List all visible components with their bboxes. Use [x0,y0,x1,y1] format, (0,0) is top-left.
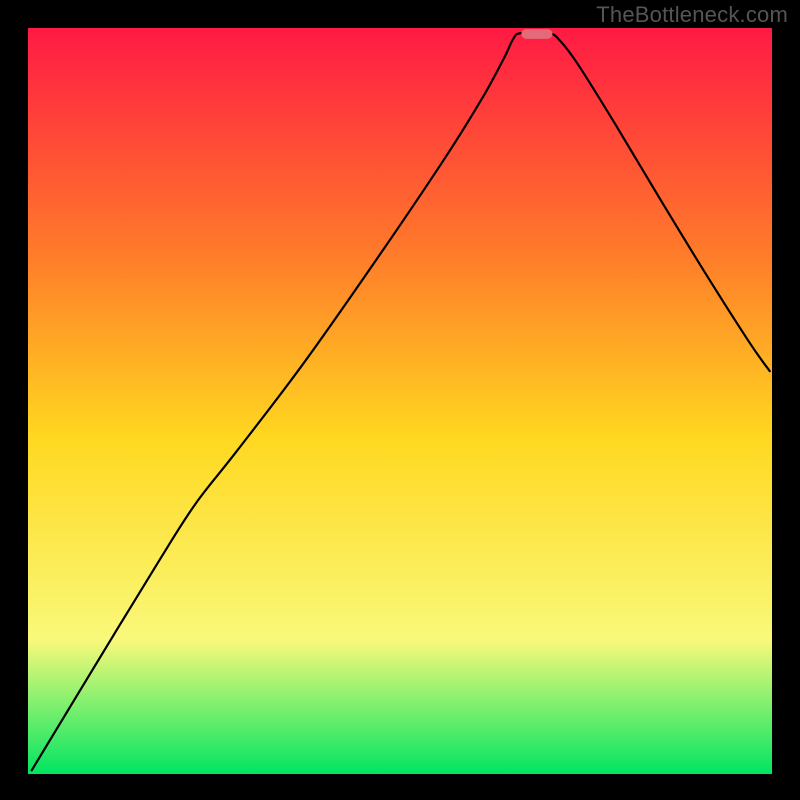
bottleneck-chart [0,0,800,800]
chart-container: TheBottleneck.com [0,0,800,800]
optimum-marker [521,29,552,39]
chart-background [28,28,772,774]
watermark-text: TheBottleneck.com [596,2,788,28]
